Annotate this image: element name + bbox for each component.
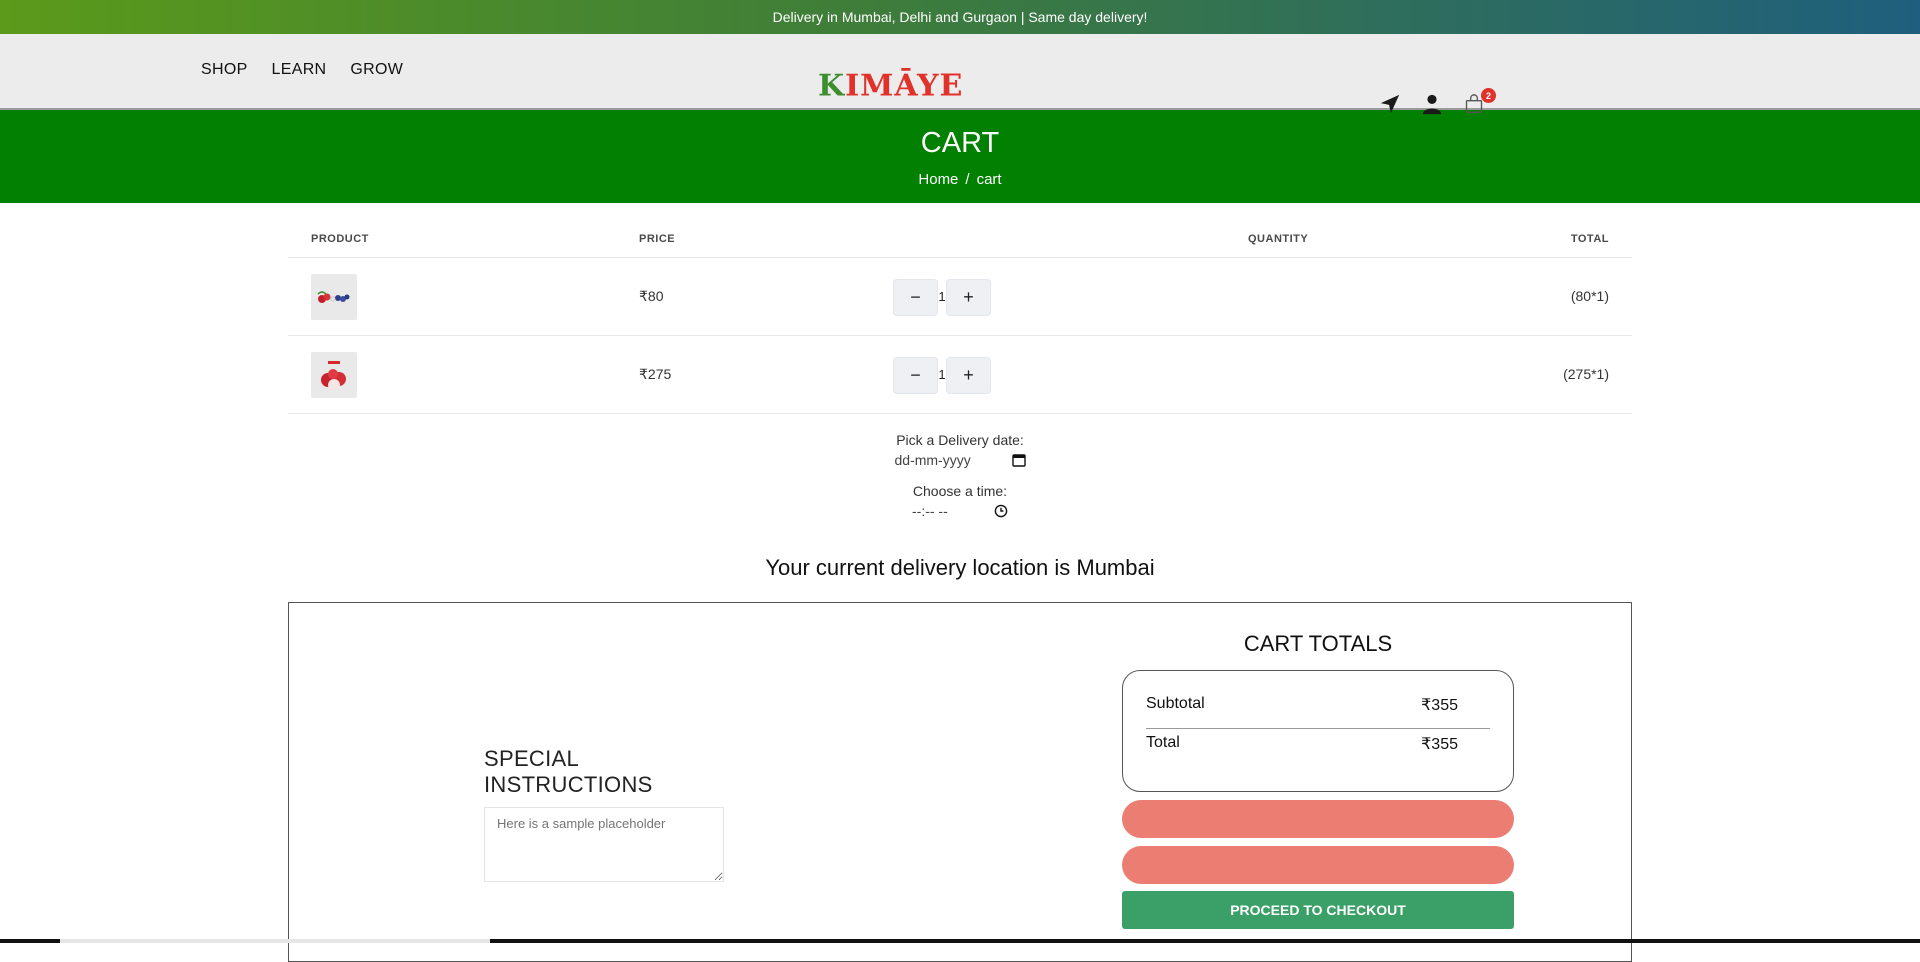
quantity-value: 1: [938, 367, 946, 382]
litchi-image: [321, 361, 346, 391]
payment-option-button[interactable]: [1122, 800, 1514, 838]
subtotal-label: Subtotal: [1146, 695, 1205, 712]
date-placeholder: dd-mm-yyyy: [894, 452, 971, 468]
table-header: PRODUCT PRICE QUANTITY TOTAL: [288, 222, 1632, 258]
quantity-value: 1: [938, 289, 946, 304]
breadcrumb-home[interactable]: Home: [918, 171, 958, 188]
nav-item-grow[interactable]: GROW: [350, 61, 403, 79]
cart-totals-title: CART TOTALS: [1243, 631, 1393, 656]
delivery-date-input[interactable]: dd-mm-yyyy: [895, 452, 1026, 468]
announcement-text: Delivery in Mumbai, Delhi and Gurgaon | …: [772, 9, 1148, 25]
total-row: Total ₹355: [1146, 729, 1490, 754]
cart-totals: CART TOTALS Subtotal ₹355 Total ₹355 PRO…: [1122, 631, 1514, 929]
header-quantity: QUANTITY: [1248, 233, 1309, 245]
page-title: CART: [920, 127, 1000, 159]
product-thumbnail[interactable]: [311, 274, 357, 320]
special-instructions: SPECIAL INSTRUCTIONS: [484, 746, 724, 887]
mixed-berries-image: [317, 291, 350, 303]
calendar-icon[interactable]: [1011, 453, 1026, 467]
proceed-to-checkout-button[interactable]: PROCEED TO CHECKOUT: [1122, 891, 1514, 929]
nav-item-shop[interactable]: SHOP: [201, 61, 248, 79]
header-product: PRODUCT: [311, 233, 369, 245]
subtotal-value: ₹355: [1421, 697, 1458, 714]
delivery-location-heading: Your current delivery location is Mumbai: [765, 555, 1155, 580]
announcement-bar: Delivery in Mumbai, Delhi and Gurgaon | …: [0, 0, 1920, 34]
decrease-qty-button[interactable]: −: [893, 279, 938, 316]
total-label: Total: [1146, 734, 1180, 751]
special-instructions-title: SPECIAL INSTRUCTIONS: [484, 746, 653, 797]
breadcrumb: Home / cart: [0, 171, 1920, 188]
time-placeholder: --:-- --: [912, 503, 948, 519]
row-total: (80*1): [1570, 288, 1609, 304]
header-price: PRICE: [639, 233, 676, 245]
horizontal-scrollbar[interactable]: [0, 939, 1920, 943]
totals-box: Subtotal ₹355 Total ₹355: [1122, 670, 1514, 792]
main-nav: SHOP LEARN GROW: [201, 61, 403, 79]
nav-item-learn[interactable]: LEARN: [272, 61, 327, 79]
cart-table: PRODUCT PRICE QUANTITY TOTAL ₹80 − 1 + (…: [288, 222, 1632, 414]
delivery-time-input[interactable]: --:-- --: [912, 503, 1008, 519]
table-row: ₹275 − 1 + (275*1): [288, 336, 1632, 414]
breadcrumb-current: cart: [976, 171, 1002, 188]
shopping-bag-icon[interactable]: 2: [1462, 88, 1496, 116]
delivery-options: Pick a Delivery date: dd-mm-yyyy Choose …: [800, 432, 1120, 519]
row-price: ₹275: [639, 366, 672, 382]
increase-qty-button[interactable]: +: [946, 357, 991, 394]
table-row: ₹80 − 1 + (80*1): [288, 258, 1632, 336]
row-price: ₹80: [639, 288, 664, 304]
increase-qty-button[interactable]: +: [946, 279, 991, 316]
logo-rest: IMĀYE: [845, 68, 964, 104]
logo-first-letter: K: [818, 68, 846, 104]
product-thumbnail[interactable]: [311, 352, 357, 398]
quantity-stepper: − 1 +: [893, 279, 991, 316]
clock-icon[interactable]: [994, 504, 1008, 518]
breadcrumb-separator: /: [965, 171, 970, 188]
logo[interactable]: K IMĀYE: [818, 69, 963, 104]
cart-count-badge: 2: [1481, 88, 1496, 103]
subtotal-row: Subtotal ₹355: [1146, 695, 1490, 729]
delivery-date-label: Pick a Delivery date:: [896, 432, 1024, 448]
scrollbar-thumb[interactable]: [60, 939, 490, 943]
location-arrow-icon[interactable]: [1378, 92, 1402, 116]
site-header: SHOP LEARN GROW K IMĀYE 2: [0, 34, 1920, 115]
quantity-stepper: − 1 +: [893, 357, 991, 394]
page-banner: CART Home / cart: [0, 110, 1920, 203]
delivery-time-label: Choose a time:: [912, 483, 1008, 499]
special-instructions-textarea[interactable]: [484, 807, 724, 882]
total-value: ₹355: [1421, 736, 1458, 753]
payment-option-button[interactable]: [1122, 846, 1514, 884]
row-total: (275*1): [1563, 366, 1609, 382]
header-total: TOTAL: [1570, 233, 1609, 245]
user-icon[interactable]: [1420, 92, 1444, 116]
header-actions: 2: [1378, 88, 1496, 116]
decrease-qty-button[interactable]: −: [893, 357, 938, 394]
cart-summary-panel: SPECIAL INSTRUCTIONS CART TOTALS Subtota…: [288, 602, 1632, 962]
